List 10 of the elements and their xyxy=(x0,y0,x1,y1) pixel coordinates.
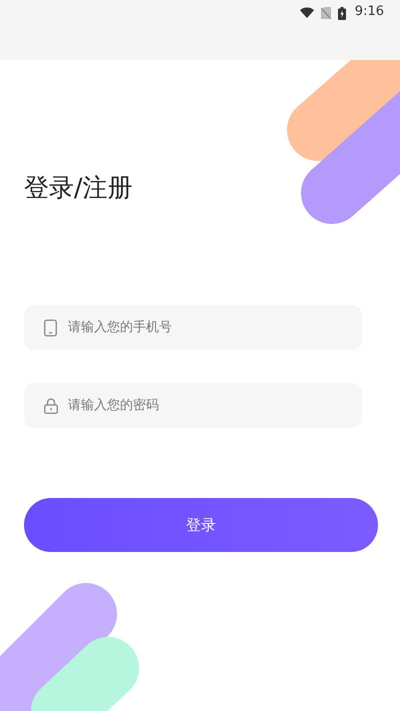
no-sim-icon xyxy=(320,7,331,19)
phone-field[interactable]: 请输入您的手机号 xyxy=(24,305,362,350)
battery-icon xyxy=(338,7,346,20)
page-title: 登录/注册 xyxy=(24,172,132,204)
login-button[interactable]: 登录 xyxy=(24,498,378,552)
password-field[interactable]: 请输入您的密码 xyxy=(24,383,362,428)
status-time: 9:16 xyxy=(354,3,384,21)
phone-icon xyxy=(44,319,57,336)
wifi-icon xyxy=(300,7,314,18)
lock-icon xyxy=(44,398,58,414)
